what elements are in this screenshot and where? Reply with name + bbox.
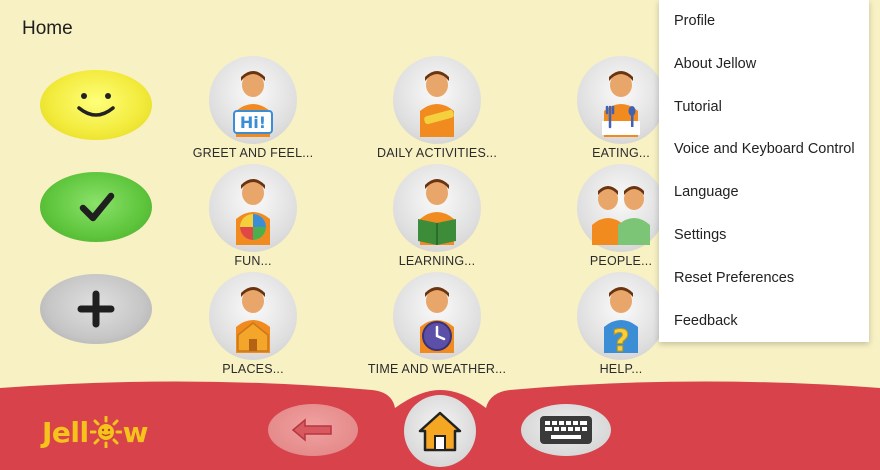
menu-item-feedback[interactable]: Feedback: [659, 300, 869, 343]
category-icon-circle: ?: [577, 272, 665, 360]
checkmark-icon: [79, 192, 115, 222]
eating-boy-icon: [602, 71, 640, 137]
fun-ball-boy-icon: [236, 179, 270, 245]
jellow-logo: Jell w: [42, 412, 148, 452]
category-icon-circle: [209, 272, 297, 360]
menu-item-settings[interactable]: Settings: [659, 214, 869, 257]
menu-item-language[interactable]: Language: [659, 171, 869, 214]
category-icon-circle: Hi!: [209, 56, 297, 144]
logo-text-left: Jell: [42, 415, 89, 449]
sun-icon: [89, 416, 122, 448]
home-button[interactable]: [404, 395, 476, 467]
home-icon: [418, 411, 462, 452]
category-label: LEARNING...: [398, 254, 476, 268]
category-label: HELP...: [599, 362, 643, 376]
category-icon-circle: [393, 56, 481, 144]
more-button[interactable]: [40, 274, 152, 344]
learning-book-boy-icon: [418, 179, 456, 245]
people-two-boys-icon: [592, 186, 650, 245]
overflow-menu: Profile About Jellow Tutorial Voice and …: [659, 0, 869, 342]
plus-icon: [77, 290, 115, 328]
keyboard-button[interactable]: [521, 404, 611, 456]
time-clock-boy-icon: [420, 287, 454, 353]
keyboard-icon: [540, 416, 592, 444]
category-icon-circle: [393, 272, 481, 360]
menu-item-voice-keyboard-control[interactable]: Voice and Keyboard Control: [659, 128, 869, 171]
menu-item-about-jellow[interactable]: About Jellow: [659, 43, 869, 86]
places-house-boy-icon: [236, 287, 270, 353]
category-label: DAILY ACTIVITIES...: [376, 146, 498, 160]
category-daily-activities[interactable]: DAILY ACTIVITIES...: [362, 56, 512, 160]
back-arrow-icon: [291, 418, 332, 442]
category-label: GREET AND FEEL...: [192, 146, 314, 160]
back-button[interactable]: [268, 404, 358, 456]
logo-text-right: w: [122, 415, 149, 449]
greet-boy-icon: Hi!: [233, 71, 273, 137]
smiley-icon: [77, 93, 115, 117]
category-label: FUN...: [234, 254, 272, 268]
menu-item-tutorial[interactable]: Tutorial: [659, 86, 869, 129]
help-question-boy-icon: ?: [604, 287, 638, 353]
category-icon-circle: [393, 164, 481, 252]
svg-text:Hi!: Hi!: [240, 113, 266, 132]
category-icon-circle: [209, 164, 297, 252]
menu-item-profile[interactable]: Profile: [659, 0, 869, 43]
category-label: TIME AND WEATHER...: [367, 362, 507, 376]
category-greet-and-feel[interactable]: Hi! GREET AND FEEL...: [178, 56, 328, 160]
category-time-and-weather[interactable]: TIME AND WEATHER...: [362, 272, 512, 376]
category-places[interactable]: PLACES...: [178, 272, 328, 376]
category-learning[interactable]: LEARNING...: [362, 164, 512, 268]
category-icon-circle: [577, 164, 665, 252]
category-fun[interactable]: FUN...: [178, 164, 328, 268]
category-label: PLACES...: [222, 362, 284, 376]
svg-text:?: ?: [612, 324, 629, 353]
page-title: Home: [22, 18, 73, 39]
daily-activities-boy-icon: [420, 71, 454, 137]
yes-button[interactable]: [40, 172, 152, 242]
category-icon-circle: [577, 56, 665, 144]
menu-item-reset-preferences[interactable]: Reset Preferences: [659, 257, 869, 300]
like-button[interactable]: [40, 70, 152, 140]
